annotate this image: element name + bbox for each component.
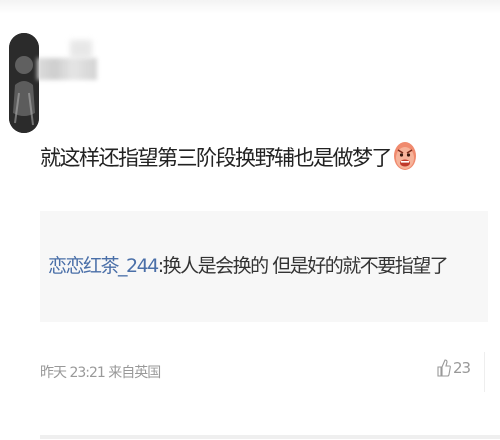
bottom-divider: [40, 435, 500, 439]
angry-face-emoji: [393, 138, 417, 172]
username-blurred[interactable]: [37, 58, 97, 80]
thumbs-up-icon: [437, 359, 453, 377]
avatar[interactable]: [9, 33, 39, 133]
comment-body: 就这样还指望第三阶段换野辅也是做梦了: [40, 140, 417, 174]
username-blur-fragment: [70, 40, 92, 58]
divider: [484, 352, 485, 392]
reply-username-link[interactable]: 恋恋红茶_244: [48, 255, 159, 277]
reply-preview[interactable]: 恋恋红茶_244:换人是会换的 但是好的就不要指望了: [40, 211, 488, 322]
timestamp-source: 昨天 23:21 来自英国: [40, 365, 161, 381]
like-button[interactable]: 23: [437, 359, 471, 377]
comment-item: 就这样还指望第三阶段换野辅也是做梦了 恋恋红茶_244:换人是会换的 但是好的就…: [0, 0, 500, 440]
like-count: 23: [453, 359, 471, 377]
reply-text: 换人是会换的 但是好的就不要指望了: [162, 255, 449, 277]
comment-text: 就这样还指望第三阶段换野辅也是做梦了: [40, 146, 393, 170]
reply-line: 恋恋红茶_244:换人是会换的 但是好的就不要指望了: [48, 251, 449, 278]
